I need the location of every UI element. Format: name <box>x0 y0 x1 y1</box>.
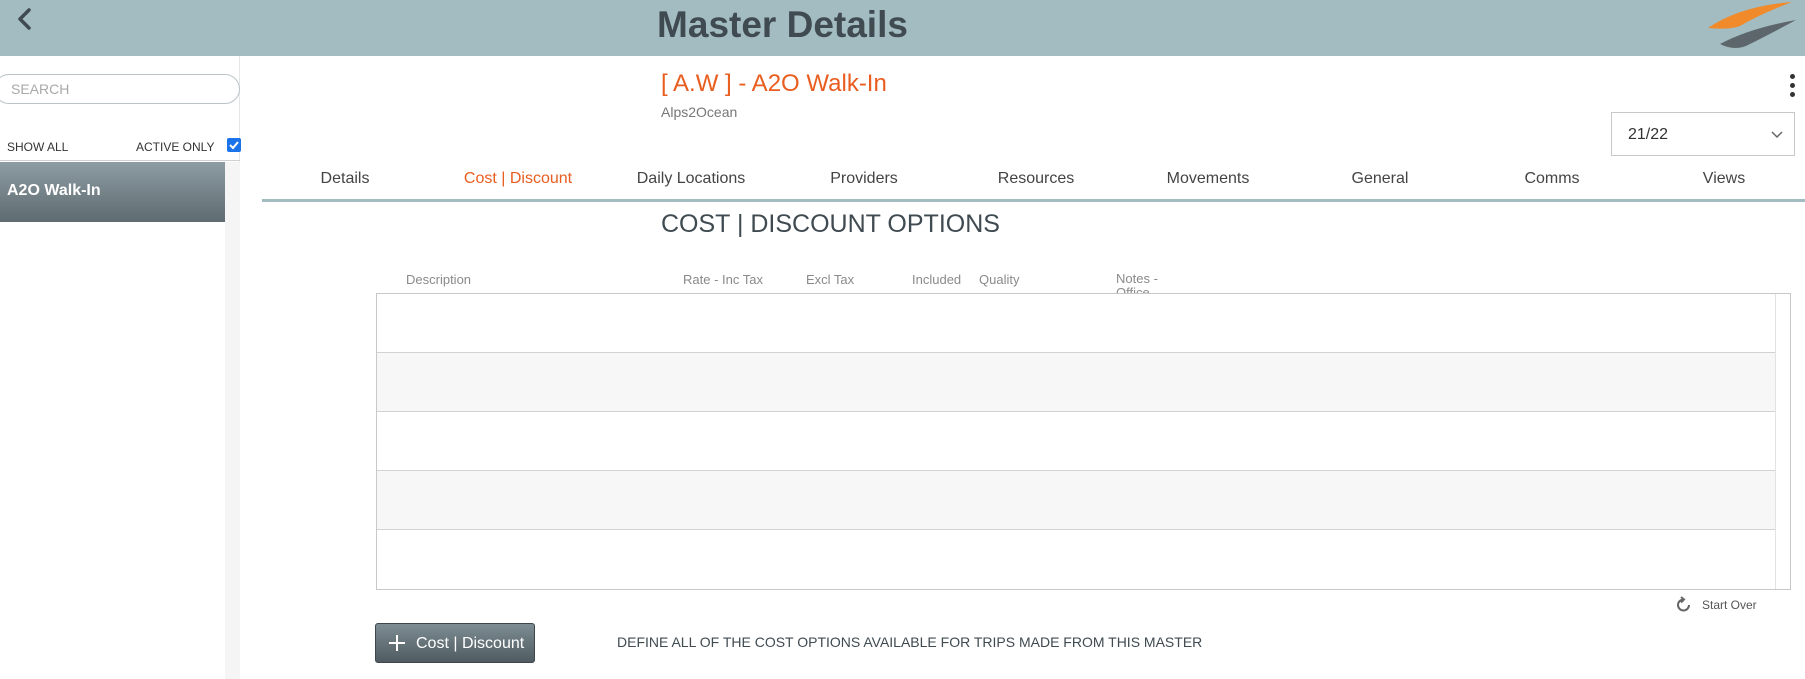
brand-logo <box>1700 0 1800 56</box>
sidebar-item-a2o-walk-in[interactable]: A2O Walk-In <box>0 162 225 222</box>
sidebar: SHOW ALL ACTIVE ONLY A2O Walk-In <box>0 56 241 679</box>
start-over-label: Start Over <box>1702 598 1757 612</box>
add-cost-discount-button[interactable]: Cost | Discount <box>375 623 535 663</box>
add-button-label: Cost | Discount <box>416 635 525 652</box>
record-subtitle: Alps2Ocean <box>661 104 738 120</box>
more-options-icon[interactable] <box>1788 74 1796 104</box>
start-over-button[interactable]: Start Over <box>1674 595 1794 615</box>
table-row[interactable] <box>377 294 1775 353</box>
cost-discount-table <box>376 293 1791 590</box>
tab-general[interactable]: General <box>1352 170 1409 188</box>
column-header-description: Description <box>406 272 472 287</box>
section-hint: DEFINE ALL OF THE COST OPTIONS AVAILABLE… <box>617 634 1203 650</box>
app-title: Master Details <box>657 4 908 45</box>
refresh-icon <box>1677 596 1690 612</box>
table-row[interactable] <box>377 412 1775 471</box>
year-select[interactable]: 21/22 <box>1611 112 1795 156</box>
column-header-rate-inc-tax: Rate - Inc Tax <box>683 272 763 287</box>
column-header-notes-office: Notes - Office <box>1116 272 1158 294</box>
tab-views[interactable]: Views <box>1703 170 1745 188</box>
section-title: COST | DISCOUNT OPTIONS <box>661 210 1000 238</box>
tab-details[interactable]: Details <box>321 170 370 188</box>
table-row[interactable] <box>377 530 1775 589</box>
column-header-excl-tax: Excl Tax <box>806 272 855 287</box>
tab-movements[interactable]: Movements <box>1167 170 1250 188</box>
sidebar-divider <box>0 160 240 161</box>
tab-comms[interactable]: Comms <box>1524 170 1579 188</box>
column-header-quality: Quality <box>979 272 1020 287</box>
sidebar-scrollbar[interactable] <box>225 162 240 679</box>
top-bar: Master Details <box>0 0 1805 56</box>
plus-icon <box>389 635 405 651</box>
tab-underline <box>262 199 1805 202</box>
tab-bar: Details Cost | Discount Daily Locations … <box>262 162 1805 202</box>
tab-providers[interactable]: Providers <box>830 170 898 188</box>
tab-cost-discount[interactable]: Cost | Discount <box>464 170 572 188</box>
search-input[interactable] <box>0 74 240 104</box>
tab-daily-locations[interactable]: Daily Locations <box>637 170 746 188</box>
active-only-label: ACTIVE ONLY <box>136 140 215 154</box>
record-title: [ A.W ] - A2O Walk-In <box>661 70 887 97</box>
show-all-link[interactable]: SHOW ALL <box>7 140 68 154</box>
table-row[interactable] <box>377 471 1775 530</box>
chevron-down-icon <box>1771 131 1783 139</box>
table-scrollbar[interactable] <box>1775 294 1790 589</box>
table-row[interactable] <box>377 353 1775 412</box>
column-header-included: Included <box>912 272 962 287</box>
active-only-checkbox[interactable] <box>227 138 241 152</box>
tab-resources[interactable]: Resources <box>998 170 1074 188</box>
year-select-value: 21/22 <box>1628 126 1669 143</box>
